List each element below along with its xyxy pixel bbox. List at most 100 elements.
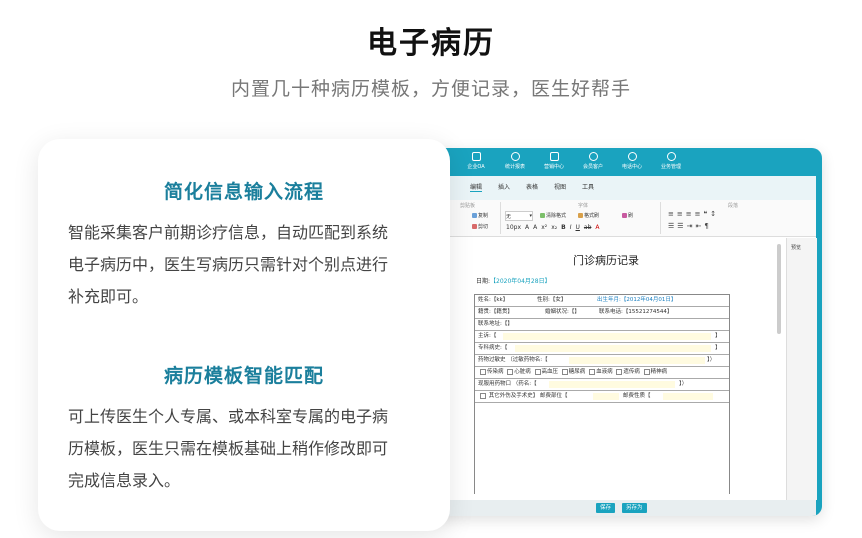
paint-icon [622,213,627,218]
document-title: 门诊病历记录 [573,254,639,267]
format-brush-button[interactable]: 格式刷 [578,212,599,219]
phone-field[interactable]: 联系电话:【15521274544】 [599,307,672,318]
copy-label: 复制 [478,213,489,219]
surgery-site-input[interactable] [593,393,619,400]
native-field[interactable]: 籍贯:【籍贯】 [478,309,513,315]
group-font-title: 字体 [578,203,589,209]
doc-scrollbar[interactable] [777,244,781,334]
grow-font-icon[interactable]: A [525,224,529,231]
form-row-contact: 籍贯:【籍贯】 婚姻状况:【】 联系电话:【15521274544】 [475,307,729,319]
surgery-nature-input[interactable] [663,393,713,400]
align-left-icon[interactable]: ≡ [668,210,677,218]
document-date: 日期:【2020年04月28日】 [476,276,551,285]
disease-check-4[interactable]: 血液病 [587,368,613,375]
name-field[interactable]: 姓名:【kk】 [478,297,508,303]
font-color-icon[interactable]: A [595,224,599,231]
nav-marketing[interactable]: 营销中心 [536,152,572,170]
complaint-input[interactable] [503,333,711,340]
form-row-address: 联系地址:【】 [475,319,729,331]
clear-format-button[interactable]: 清除格式 [540,212,566,219]
nav-oa-label: 企业OA [467,164,485,170]
disease-check-1[interactable]: 心脏病 [505,368,531,375]
bold-icon[interactable]: B [561,224,566,231]
ribbon-tab-bar: 编辑 插入 表格 视图 工具 [428,176,816,200]
form-row-diseases: 传染病 心脏病 高血压 糖尿病 血液病 遗传病 精神病 [475,367,729,379]
copy-button[interactable]: 复制 [472,212,488,219]
underline-icon[interactable]: U [576,224,580,231]
birth-field[interactable]: 出生年月:【2012年04月01日】 [597,295,676,306]
brush-button[interactable]: 刷 [622,212,633,219]
nav-oa[interactable]: 企业OA [458,152,494,170]
address-field[interactable]: 联系地址:【】 [478,321,513,327]
save-button[interactable]: 保存 [596,503,616,513]
save-as-button[interactable]: 另存为 [622,503,647,513]
desc-line: 完成信息录入。 [68,471,181,490]
disease-check-3[interactable]: 糖尿病 [560,368,585,375]
nav-members[interactable]: 会员客户 [575,152,611,170]
surgery-checkbox[interactable] [480,392,486,399]
tab-edit[interactable]: 编辑 [470,182,483,192]
form-row-basic: 姓名:【kk】 性别:【女】 出生年月:【2012年04月01日】 [475,295,729,307]
outdent-icon[interactable]: ⇤ [695,222,704,230]
disease-check-6[interactable]: 精神病 [642,368,667,375]
nav-phone[interactable]: 电话中心 [614,152,650,170]
form-row-allergy: 药物过敏史 （过敏药物名:【 】） [475,355,729,367]
ribbon-toolbar: 剪贴板 复制 剪切 字体 无 ▾ 清除格式 格式刷 刷 10px A Ax² x₂ B I U… [428,200,816,237]
paragraph-icon[interactable]: ¶ [704,222,711,230]
chevron-down-icon: ▾ [529,213,532,219]
marital-field[interactable]: 婚姻状况:【】 [545,307,580,318]
nav-business[interactable]: 业务管理 [653,152,689,170]
form-row-surgery: 其它外伤及手术史】 邮费部位【 邮费性质【 [475,391,729,403]
desc-line: 可上传医生个人专属、或本科室专属的电子病 [68,407,389,426]
clear-format-label: 清除格式 [546,213,567,219]
disease-check-0[interactable]: 传染病 [478,368,504,375]
gender-field[interactable]: 性别:【女】 [537,295,566,306]
date-label: 日期: [476,278,491,285]
cut-button[interactable]: 剪切 [472,223,488,230]
cut-icon [472,224,477,229]
feature-desc-input-flow: 智能采集客户前期诊疗信息，自动匹配到系统 电子病历中，医生写病历只需针对个别点进… [68,217,428,313]
bullet-list-icon[interactable]: ☰ [668,222,677,230]
number-list-icon[interactable]: ☰ [677,222,686,230]
feature-desc-template-match: 可上传医生个人专属、或本科室专属的电子病 历模板，医生只需在模板基础上稍作修改即… [68,401,428,497]
align-center-icon[interactable]: ≡ [677,210,686,218]
line-spacing-icon[interactable]: ↕ [710,210,719,218]
font-select[interactable]: 无 ▾ [505,211,533,221]
preview-tab[interactable]: 预览 [791,244,801,251]
tab-table[interactable]: 表格 [526,182,538,191]
nav-phone-label: 电话中心 [621,164,642,170]
desc-line: 电子病历中，医生写病历只需针对个别点进行 [68,255,389,274]
tab-view[interactable]: 视图 [554,182,566,191]
date-value[interactable]: 【2020年04月28日】 [490,278,551,285]
cut-label: 剪切 [478,224,489,230]
justify-icon[interactable]: ≡ [695,210,704,218]
side-panel: 预览 [786,238,817,500]
brush-label: 刷 [628,213,634,219]
nav-reports[interactable]: 统计报表 [497,152,533,170]
tab-insert[interactable]: 插入 [498,182,510,191]
tab-tools[interactable]: 工具 [582,182,594,191]
list-row: ☰☰⇥⇤¶ [668,222,712,230]
history-input[interactable] [515,345,711,352]
allergy-input[interactable] [569,357,705,364]
page-subtitle: 内置几十种病历模板，方便记录，医生好帮手 [230,78,631,100]
desc-line: 智能采集客户前期诊疗信息，自动匹配到系统 [68,223,389,242]
strikethrough-icon[interactable]: ab [584,224,592,231]
form-row-complaint: 主诉:【 】 [475,331,729,343]
disease-check-2[interactable]: 高血压 [533,368,558,375]
font-size-select[interactable]: 10px [506,224,521,231]
align-right-icon[interactable]: ≡ [686,210,695,218]
feature-title-input-flow: 简化信息输入流程 [163,181,324,203]
emr-app-window: 企业OA 统计报表 营销中心 会员客户 电话中心 业务管理 编辑 插入 表格 视… [418,148,822,516]
medication-input[interactable] [549,381,675,388]
subscript-icon[interactable]: x₂ [551,224,557,231]
brush-icon [578,213,583,218]
superscript-icon[interactable]: x² [541,224,547,231]
surgery-label: 其它外伤及手术史】 邮费部位【 [488,393,568,399]
disease-check-5[interactable]: 遗传病 [614,368,640,375]
desc-line: 补充即可。 [68,287,149,306]
italic-icon[interactable]: I [570,224,572,231]
marketing-icon [549,152,559,161]
shrink-font-icon[interactable]: A [533,224,537,231]
feature-title-template-match: 病历模板智能匹配 [163,365,324,387]
